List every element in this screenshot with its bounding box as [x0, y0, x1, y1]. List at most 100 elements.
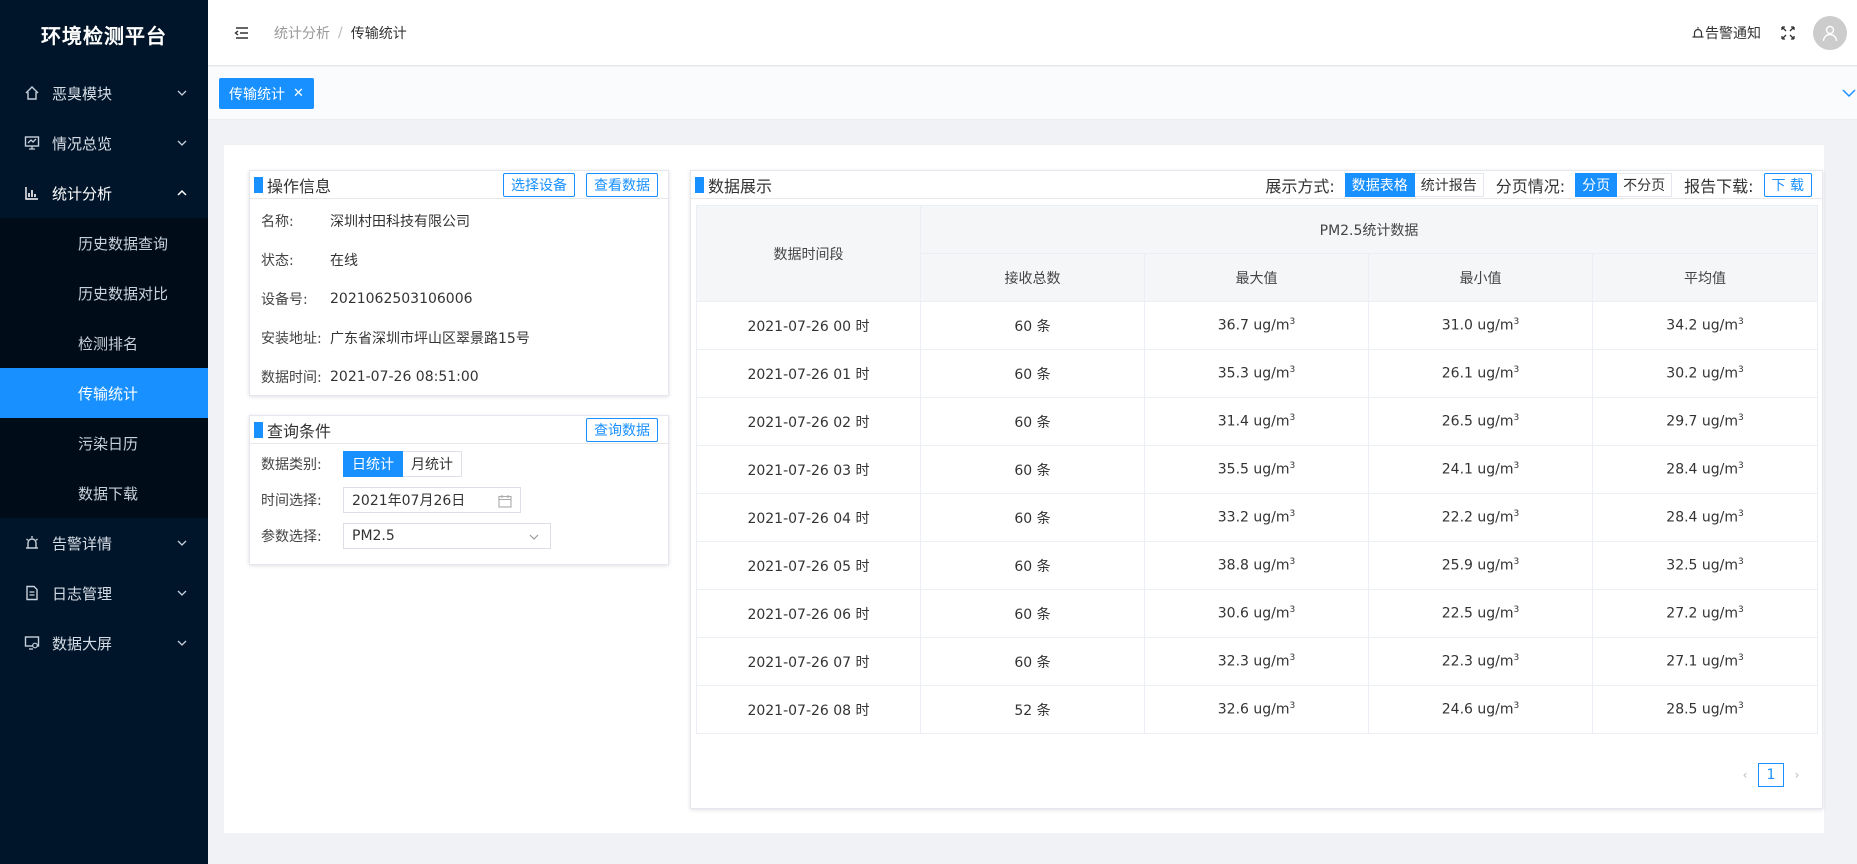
sidebar-item-logs[interactable]: 日志管理 — [0, 568, 208, 618]
sidebar-item-alarm[interactable]: 告警详情 — [0, 518, 208, 568]
alarm-bell-icon — [1692, 27, 1704, 38]
sidebar-item-history-compare[interactable]: 历史数据对比 — [0, 268, 208, 318]
user-icon — [1822, 25, 1838, 42]
query-panel: 查询条件 查询数据 数据类别: 日统计 月统计 时间选择: 2021年07月26… — [249, 415, 669, 565]
report-view-option[interactable]: 统计报告 — [1414, 173, 1484, 197]
info-value: 2021062503106006 — [330, 290, 473, 307]
fullscreen-icon[interactable] — [1781, 26, 1795, 40]
sidebar-item-big-screen[interactable]: 数据大屏 — [0, 618, 208, 668]
breadcrumb-item[interactable]: 统计分析 — [274, 23, 330, 43]
menu-fold-icon[interactable] — [234, 25, 250, 41]
sidebar: 环境检测平台 恶臭模块 情况总览 统计分析 历史数据查询 历史数据对比 检测排名… — [0, 0, 208, 864]
unit-superscript: 3 — [1738, 653, 1744, 664]
header-actions: 告警通知 — [1691, 0, 1847, 66]
stats-table: 数据时间段 PM2.5统计数据 接收总数 最大值 最小值 平均值 2021-07… — [696, 205, 1819, 734]
table-cell-count: 60 条 — [920, 445, 1145, 494]
cell-text: 22.5 ug/m — [1441, 605, 1514, 622]
cell-text: 2021-07-26 00 时 — [747, 318, 870, 335]
table-cell-max: 32.6 ug/m3 — [1144, 685, 1369, 734]
sidebar-item-history-query[interactable]: 历史数据查询 — [0, 218, 208, 268]
close-icon[interactable]: ✕ — [293, 86, 304, 101]
cell-text: 2021-07-26 01 时 — [747, 366, 870, 383]
unit-superscript: 3 — [1513, 557, 1520, 568]
tab-label: 传输统计 — [229, 86, 285, 103]
info-row-name: 名称: 深圳村田科技有限公司 — [250, 201, 668, 240]
table-cell-time: 2021-07-26 00 时 — [696, 301, 921, 350]
sidebar-item-pollution-calendar[interactable]: 污染日历 — [0, 418, 208, 468]
view-data-button[interactable]: 查看数据 — [586, 173, 658, 197]
breadcrumb-separator: / — [338, 24, 343, 41]
tag-bar: 传输统计 ✕ — [208, 67, 1857, 120]
monthly-stats-option[interactable]: 月统计 — [403, 451, 462, 477]
cell-text: 60 条 — [1014, 366, 1051, 383]
query-row-time: 时间选择: 2021年07月26日 — [250, 482, 668, 518]
prev-page-icon[interactable]: ‹ — [1738, 768, 1752, 782]
cell-text: 32.5 ug/m — [1666, 557, 1739, 574]
cell-text: 60 条 — [1014, 558, 1051, 575]
table-cell-avg: 27.1 ug/m3 — [1591, 637, 1819, 686]
cell-text: 24.1 ug/m — [1441, 461, 1514, 478]
param-select[interactable]: PM2.5 — [343, 523, 551, 549]
download-label: 报告下载: — [1684, 177, 1754, 196]
cell-text: 60 条 — [1014, 318, 1051, 335]
page-number[interactable]: 1 — [1758, 763, 1784, 787]
table-cell-time: 2021-07-26 05 时 — [696, 541, 921, 590]
unit-superscript: 3 — [1289, 365, 1296, 376]
cell-text: 60 条 — [1014, 462, 1051, 479]
sidebar-item-statistics[interactable]: 统计分析 — [0, 168, 208, 218]
cell-text: 30.2 ug/m — [1666, 365, 1739, 382]
cell-text: 60 条 — [1014, 606, 1051, 623]
table-cell-time: 2021-07-26 01 时 — [696, 349, 921, 398]
cell-text: 60 条 — [1014, 414, 1051, 431]
col-header-count: 接收总数 — [920, 253, 1145, 302]
table-cell-max: 33.2 ug/m3 — [1144, 493, 1369, 542]
group-header: PM2.5统计数据 — [919, 205, 1819, 254]
avatar[interactable] — [1813, 16, 1847, 50]
cell-text: 35.3 ug/m — [1217, 365, 1290, 382]
download-button[interactable]: 下 载 — [1763, 173, 1812, 197]
table-cell-max: 30.6 ug/m3 — [1144, 589, 1369, 638]
select-device-button[interactable]: 选择设备 — [503, 173, 575, 197]
chevron-down-icon[interactable] — [1841, 85, 1857, 101]
sidebar-item-malodor[interactable]: 恶臭模块 — [0, 68, 208, 118]
table-cell-time: 2021-07-26 06 时 — [696, 589, 921, 638]
table-cell-count: 60 条 — [920, 301, 1145, 350]
table-view-option[interactable]: 数据表格 — [1344, 173, 1415, 197]
unit-superscript: 3 — [1289, 605, 1296, 616]
cell-text: 29.7 ug/m — [1666, 413, 1739, 430]
no-paging-option[interactable]: 不分页 — [1617, 173, 1673, 197]
panel-title: 操作信息 — [267, 176, 332, 196]
sidebar-item-data-download[interactable]: 数据下载 — [0, 468, 208, 518]
cell-text: 31.0 ug/m — [1441, 317, 1514, 334]
date-picker-input[interactable]: 2021年07月26日 — [343, 487, 521, 513]
col-header-max: 最大值 — [1144, 253, 1369, 302]
param-value: PM2.5 — [352, 528, 395, 544]
calendar-icon — [498, 495, 512, 508]
chevron-down-icon — [177, 540, 187, 546]
table-cell-avg: 28.4 ug/m3 — [1591, 445, 1819, 494]
cell-text: 60 条 — [1014, 654, 1051, 671]
pagination: ‹ 1 › — [1732, 763, 1810, 787]
tab-transmission[interactable]: 传输统计 ✕ — [219, 78, 314, 109]
table-cell-avg: 30.2 ug/m3 — [1591, 349, 1819, 398]
info-key: 状态: — [261, 252, 294, 269]
sidebar-item-transmission[interactable]: 传输统计 — [0, 368, 208, 418]
info-row-status: 状态: 在线 — [250, 240, 668, 279]
table-cell-max: 35.3 ug/m3 — [1144, 349, 1369, 398]
sidebar-item-ranking[interactable]: 检测排名 — [0, 318, 208, 368]
next-page-icon[interactable]: › — [1790, 768, 1804, 782]
table-cell-avg: 28.5 ug/m3 — [1591, 685, 1819, 734]
info-value: 2021-07-26 08:51:00 — [330, 368, 479, 385]
alarm-notification[interactable]: 告警通知 — [1691, 23, 1761, 43]
unit-superscript: 3 — [1513, 653, 1520, 664]
cell-text: 38.8 ug/m — [1217, 557, 1290, 574]
table-cell-time: 2021-07-26 08 时 — [696, 685, 921, 734]
unit-superscript: 3 — [1289, 557, 1296, 568]
table-cell-min: 31.0 ug/m3 — [1368, 301, 1593, 350]
paged-option[interactable]: 分页 — [1575, 173, 1618, 197]
daily-stats-option[interactable]: 日统计 — [343, 451, 403, 477]
query-data-button[interactable]: 查询数据 — [586, 418, 658, 442]
cell-text: 2021-07-26 06 时 — [747, 606, 870, 623]
sidebar-item-overview[interactable]: 情况总览 — [0, 118, 208, 168]
table-row: 2021-07-26 08 时 52 条 32.6 ug/m3 24.6 ug/m3 2… — [696, 685, 1819, 734]
